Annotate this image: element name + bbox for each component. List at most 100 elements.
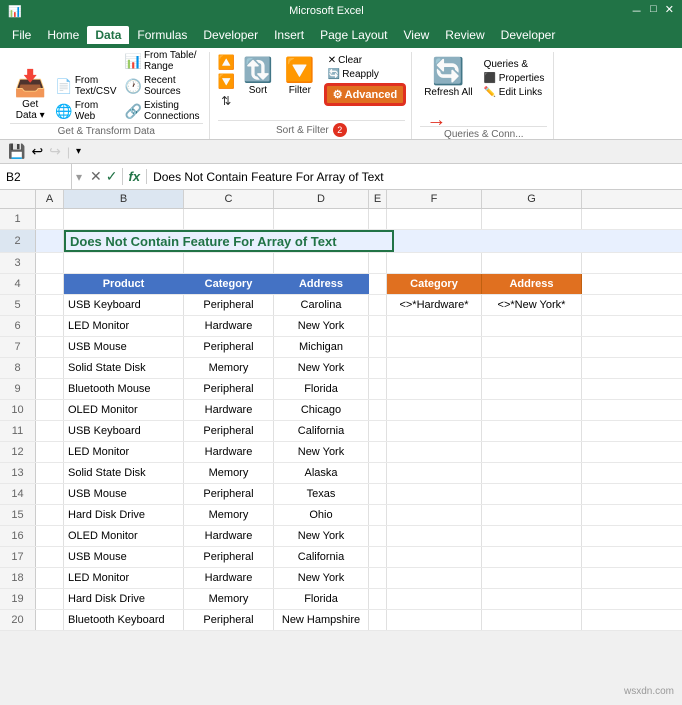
cell-19c[interactable]: Memory xyxy=(184,589,274,609)
cell-15b[interactable]: Hard Disk Drive xyxy=(64,505,184,525)
menu-insert[interactable]: Insert xyxy=(266,26,312,44)
cell-2b-title[interactable]: Does Not Contain Feature For Array of Te… xyxy=(64,230,394,252)
cell-17d[interactable]: California xyxy=(274,547,369,567)
cell-14b[interactable]: USB Mouse xyxy=(64,484,184,504)
cell-1g[interactable] xyxy=(482,209,582,229)
cell-20d[interactable]: New Hampshire xyxy=(274,610,369,630)
cell-2a[interactable] xyxy=(36,230,64,252)
queries-connect-btn[interactable]: Queries & xyxy=(481,58,548,71)
menu-data[interactable]: Data xyxy=(87,26,129,44)
menu-view[interactable]: View xyxy=(396,26,438,44)
clear-btn[interactable]: ✕Clear xyxy=(325,54,405,67)
cell-19d[interactable]: Florida xyxy=(274,589,369,609)
existing-connections-btn[interactable]: 🔗ExistingConnections xyxy=(122,99,203,123)
cell-4b-product[interactable]: Product xyxy=(64,274,184,294)
cell-15c[interactable]: Memory xyxy=(184,505,274,525)
col-header-a[interactable]: A xyxy=(36,190,64,208)
col-header-e[interactable]: E xyxy=(369,190,387,208)
undo-btn[interactable]: ↩ xyxy=(31,143,43,160)
cell-10b[interactable]: OLED Monitor xyxy=(64,400,184,420)
cell-13c[interactable]: Memory xyxy=(184,463,274,483)
formula-content[interactable]: Does Not Contain Feature For Array of Te… xyxy=(147,170,682,184)
from-text-csv-btn[interactable]: 📄FromText/CSV xyxy=(52,74,119,98)
col-header-b[interactable]: B xyxy=(64,190,184,208)
cell-16b[interactable]: OLED Monitor xyxy=(64,526,184,546)
cell-7b[interactable]: USB Mouse xyxy=(64,337,184,357)
cell-18d[interactable]: New York xyxy=(274,568,369,588)
cell-10d[interactable]: Chicago xyxy=(274,400,369,420)
cell-5d[interactable]: Carolina xyxy=(274,295,369,315)
cell-5g-criteria[interactable]: <>*New York* xyxy=(482,295,582,315)
cell-14d[interactable]: Texas xyxy=(274,484,369,504)
cell-18c[interactable]: Hardware xyxy=(184,568,274,588)
menu-developer2[interactable]: Developer xyxy=(493,26,564,44)
cell-15d[interactable]: Ohio xyxy=(274,505,369,525)
cell-5f-criteria[interactable]: <>*Hardware* xyxy=(387,295,482,315)
cell-12d[interactable]: New York xyxy=(274,442,369,462)
cell-17c[interactable]: Peripheral xyxy=(184,547,274,567)
filter-btn[interactable]: 🔽 Filter xyxy=(281,54,319,98)
cell-1f[interactable] xyxy=(387,209,482,229)
cell-20c[interactable]: Peripheral xyxy=(184,610,274,630)
cell-11d[interactable]: California xyxy=(274,421,369,441)
menu-developer[interactable]: Developer xyxy=(195,26,266,44)
menu-home[interactable]: Home xyxy=(39,26,87,44)
cell-1c[interactable] xyxy=(184,209,274,229)
minimize-btn[interactable]: － xyxy=(631,3,642,19)
col-header-d[interactable]: D xyxy=(274,190,369,208)
cell-12c[interactable]: Hardware xyxy=(184,442,274,462)
cell-1d[interactable] xyxy=(274,209,369,229)
cell-5b[interactable]: USB Keyboard xyxy=(64,295,184,315)
cell-12b[interactable]: LED Monitor xyxy=(64,442,184,462)
cell-8d[interactable]: New York xyxy=(274,358,369,378)
cell-8c[interactable]: Memory xyxy=(184,358,274,378)
refresh-all-btn[interactable]: 🔄 Refresh All xyxy=(420,54,476,100)
cell-5c[interactable]: Peripheral xyxy=(184,295,274,315)
cell-16d[interactable]: New York xyxy=(274,526,369,546)
cell-1b[interactable] xyxy=(64,209,184,229)
edit-links-btn[interactable]: ✏️ Edit Links xyxy=(481,86,548,99)
cell-4f-filter-cat[interactable]: Category xyxy=(387,274,482,294)
cell-19b[interactable]: Hard Disk Drive xyxy=(64,589,184,609)
maximize-btn[interactable]: □ xyxy=(650,3,657,19)
col-header-c[interactable]: C xyxy=(184,190,274,208)
confirm-formula-icon[interactable]: ✓ xyxy=(106,168,118,185)
menu-formulas[interactable]: Formulas xyxy=(129,26,195,44)
cell-10c[interactable]: Hardware xyxy=(184,400,274,420)
from-table-range-btn[interactable]: 📊From Table/Range xyxy=(122,49,203,73)
cell-9c[interactable]: Peripheral xyxy=(184,379,274,399)
cell-18b[interactable]: LED Monitor xyxy=(64,568,184,588)
cell-6d[interactable]: New York xyxy=(274,316,369,336)
cell-13d[interactable]: Alaska xyxy=(274,463,369,483)
properties-btn[interactable]: ⬛ Properties xyxy=(481,72,548,85)
quick-access-more[interactable]: ▾ xyxy=(76,146,81,157)
cell-20b[interactable]: Bluetooth Keyboard xyxy=(64,610,184,630)
cell-7c[interactable]: Peripheral xyxy=(184,337,274,357)
save-qa-btn[interactable]: 💾 xyxy=(8,143,25,160)
cell-4g-filter-addr[interactable]: Address xyxy=(482,274,582,294)
sort-btn[interactable]: 🔃 Sort xyxy=(239,54,277,98)
col-header-f[interactable]: F xyxy=(387,190,482,208)
cell-17b[interactable]: USB Mouse xyxy=(64,547,184,567)
redo-btn[interactable]: ↪ xyxy=(49,143,61,160)
menu-review[interactable]: Review xyxy=(437,26,492,44)
cell-6b[interactable]: LED Monitor xyxy=(64,316,184,336)
reapply-btn[interactable]: 🔄Reapply xyxy=(325,68,405,81)
cell-7d[interactable]: Michigan xyxy=(274,337,369,357)
cell-13b[interactable]: Solid State Disk xyxy=(64,463,184,483)
cancel-formula-icon[interactable]: ✕ xyxy=(90,168,102,185)
cell-4c-category[interactable]: Category xyxy=(184,274,274,294)
cell-6c[interactable]: Hardware xyxy=(184,316,274,336)
cell-4a[interactable] xyxy=(36,274,64,294)
cell-14c[interactable]: Peripheral xyxy=(184,484,274,504)
cell-8b[interactable]: Solid State Disk xyxy=(64,358,184,378)
cell-4d-address[interactable]: Address xyxy=(274,274,369,294)
col-header-g[interactable]: G xyxy=(482,190,582,208)
cell-1a[interactable] xyxy=(36,209,64,229)
get-data-btn[interactable]: 📥 GetData ▾ xyxy=(10,66,50,123)
formula-expand-icon[interactable]: ▾ xyxy=(72,170,86,184)
cell-1e[interactable] xyxy=(369,209,387,229)
name-box[interactable]: B2 xyxy=(0,164,72,189)
cell-9b[interactable]: Bluetooth Mouse xyxy=(64,379,184,399)
cell-11b[interactable]: USB Keyboard xyxy=(64,421,184,441)
